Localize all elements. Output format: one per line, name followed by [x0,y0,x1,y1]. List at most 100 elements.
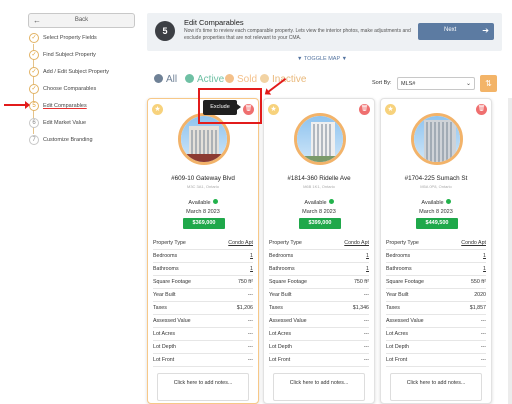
next-label: Next [444,27,457,33]
sort-label: Sort By: [372,80,392,86]
step-item-2[interactable]: ✓ Find Subject Property [29,50,139,62]
step-number: 6 [29,118,39,128]
step-item-4[interactable]: ✓ Choose Comparables [29,84,139,96]
property-photo[interactable] [411,113,463,165]
detail-row: Bedrooms 1 [386,250,486,263]
detail-row: Property Type Condo Apt [269,237,369,250]
detail-row: Assessed Value --- [386,315,486,328]
price-badge: $449,500 [416,218,458,229]
page-description: Now it's time to review each comparable … [184,28,411,41]
detail-row: Property Type Condo Apt [153,237,253,250]
property-postal: M6B 1K1, Ontario [303,184,335,189]
detail-row: Year Built --- [153,289,253,302]
trash-icon[interactable]: 🗑 [359,104,370,115]
toggle-map-link[interactable]: ▼ TOGGLE MAP ▼ [297,56,347,62]
notes-field[interactable]: Click here to add notes... [390,373,482,401]
detail-row: Square Footage 750 ft² [153,276,253,289]
step-item-1[interactable]: ✓ Select Property Fields [29,33,139,45]
step-label: Edit Market Value [43,120,87,126]
detail-row: Property Type Condo Apt [386,237,486,250]
detail-row: Lot Front --- [153,354,253,367]
detail-row: Year Built 2020 [386,289,486,302]
status-dot-icon [445,199,451,204]
next-button[interactable]: Next ➔ [418,23,494,40]
detail-row: Lot Front --- [269,354,369,367]
detail-row: Lot Depth --- [153,341,253,354]
step-label: Add / Edit Subject Property [43,69,110,75]
notes-field[interactable]: Click here to add notes... [157,373,249,401]
exclude-tooltip: Exclude [203,100,241,115]
step-item-7[interactable]: 7 Customize Branding [29,135,139,147]
property-postal: M3C 3A1, Ontario [186,184,219,189]
step-label: Choose Comparables [43,86,97,92]
detail-row: Assessed Value --- [153,315,253,328]
comparable-card: ★ 🗑 #1704-225 Sumach St M5A 0P8, Ontario… [380,98,492,404]
step-label: Customize Branding [43,137,93,143]
detail-row: Square Footage 550 ft² [386,276,486,289]
radio-icon [225,74,234,83]
detail-row: Bedrooms 1 [269,250,369,263]
step-item-6[interactable]: 6 Edit Market Value [29,118,139,130]
status-dot-icon [328,199,334,204]
property-postal: M5A 0P8, Ontario [420,184,452,189]
detail-row: Assessed Value --- [269,315,369,328]
step-header: 5 Edit Comparables Now it's time to revi… [147,13,502,51]
status-badge: Available [264,199,374,206]
status-badge: Available [381,199,491,206]
step-label: Edit Comparables [43,103,87,109]
comparable-card: ★ 🗑 #1814-360 Ridelle Ave M6B 1K1, Ontar… [263,98,375,404]
detail-row: Taxes $1,857 [386,302,486,315]
radio-icon [260,74,269,83]
star-icon[interactable]: ★ [152,104,163,115]
star-icon[interactable]: ★ [268,104,279,115]
step-number: 7 [29,135,39,145]
step-number: 5 [29,101,39,111]
scrollbar[interactable] [508,98,512,404]
listing-date: March 8 2023 [302,209,336,215]
filter-sold[interactable]: Sold [225,74,257,85]
detail-row: Bathrooms 1 [386,263,486,276]
sort-order-button[interactable]: ⇅ [480,75,497,92]
sort-value: MLS# [401,81,416,87]
detail-row: Square Footage 750 ft² [269,276,369,289]
chevron-down-icon: ⌄ [465,81,471,87]
check-icon: ✓ [29,33,39,43]
sidebar: ← Back ✓ Select Property Fields ✓ Find S… [0,0,140,404]
radio-icon [154,74,163,83]
notes-field[interactable]: Click here to add notes... [273,373,365,401]
detail-row: Taxes $1,346 [269,302,369,315]
page-title: Edit Comparables [184,18,244,27]
check-icon: ✓ [29,50,39,60]
detail-row: Lot Acres --- [386,328,486,341]
step-item-5[interactable]: 5 Edit Comparables [29,101,139,113]
sort-icon: ⇅ [485,79,492,88]
step-label: Select Property Fields [43,35,97,41]
comparable-card: ★ 🗑 #609-10 Gateway Blvd M3C 3A1, Ontari… [147,98,259,404]
check-icon: ✓ [29,67,39,77]
property-address: #1814-360 Ridelle Ave [287,175,351,182]
detail-row: Taxes $1,206 [153,302,253,315]
price-badge: $369,000 [183,218,225,229]
price-badge: $399,000 [299,218,341,229]
star-icon[interactable]: ★ [385,104,396,115]
detail-row: Bathrooms 1 [269,263,369,276]
status-badge: Available [148,199,258,206]
filter-active[interactable]: Active [185,74,224,85]
property-photo[interactable] [294,113,346,165]
detail-row: Lot Depth --- [386,341,486,354]
back-button[interactable]: ← Back [28,13,135,28]
sort-select[interactable]: MLS# ⌄ [397,77,475,90]
step-item-3[interactable]: ✓ Add / Edit Subject Property [29,67,139,79]
step-number-badge: 5 [155,21,175,41]
arrow-right-icon: ➔ [482,26,489,35]
check-icon: ✓ [29,84,39,94]
detail-row: Lot Acres --- [153,328,253,341]
annotation-arrow [4,101,30,109]
status-dot-icon [212,199,218,204]
detail-row: Lot Acres --- [269,328,369,341]
filter-all[interactable]: All [154,74,177,85]
detail-row: Lot Front --- [386,354,486,367]
trash-icon[interactable]: 🗑 [476,104,487,115]
detail-row: Bathrooms 1 [153,263,253,276]
listing-date: March 8 2023 [419,209,453,215]
